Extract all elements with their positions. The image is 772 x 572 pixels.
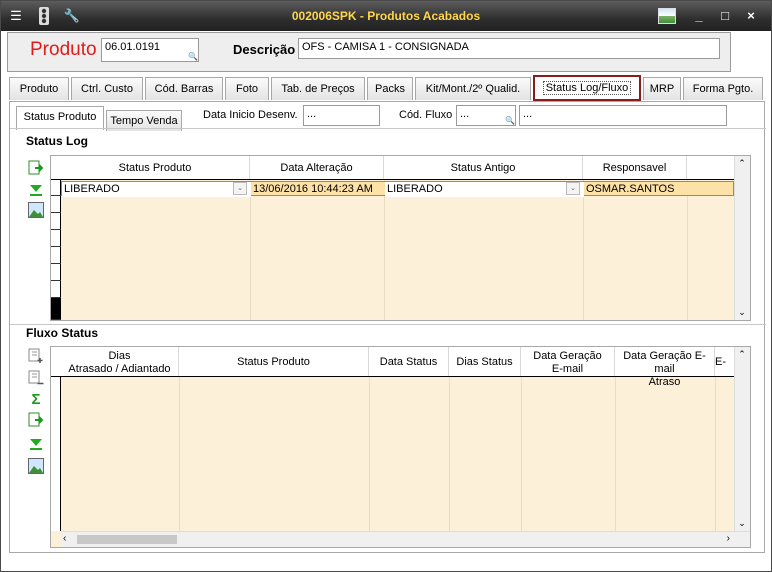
cell-status-antigo[interactable]: LIBERADO (385, 182, 584, 197)
col-status-produto[interactable]: Status Produto (61, 156, 250, 179)
col-divider (250, 180, 251, 320)
tab-ctrl-custo[interactable]: Ctrl. Custo (71, 77, 143, 100)
table-row[interactable]: LIBERADO ⌄ 13/06/2016 10:44:23 AM LIBERA… (61, 181, 734, 197)
col-data-geracao-email[interactable]: Data Geração E-mail (521, 347, 615, 376)
horizontal-scrollbar[interactable]: ‹ › (61, 531, 750, 547)
col-divider (449, 377, 450, 531)
product-header: Produto 06.01.0191 🔍 Descrição OFS - CAM… (7, 32, 731, 72)
col-data-alteracao[interactable]: Data Alteração (250, 156, 384, 179)
data-inicio-label: Data Inicio Desenv. (203, 109, 298, 121)
status-log-grid: Status Produto Data Alteração Status Ant… (50, 155, 751, 321)
data-inicio-field[interactable]: ... (303, 105, 380, 126)
add-row-icon[interactable] (28, 348, 44, 364)
divider (10, 128, 766, 129)
export-icon[interactable] (28, 412, 44, 428)
tab-foto[interactable]: Foto (225, 77, 269, 100)
cod-fluxo-desc-field[interactable]: ... (519, 105, 727, 126)
col-divider (179, 377, 180, 531)
col-divider (521, 377, 522, 531)
produto-field[interactable]: 06.01.0191 🔍 (101, 38, 199, 62)
status-log-title: Status Log (26, 134, 88, 148)
col-divider (715, 377, 716, 531)
col-divider (583, 180, 584, 320)
col-responsavel[interactable]: Responsavel (583, 156, 687, 179)
title-bar: ☰ 🔧 002006SPK - Produtos Acabados _ □ × (1, 1, 771, 31)
subtab-status-produto[interactable]: Status Produto (16, 106, 104, 130)
sum-icon[interactable]: Σ (28, 392, 44, 408)
chevron-down-icon[interactable]: ⌄ (233, 182, 247, 195)
cell-responsavel[interactable]: OSMAR.SANTOS (584, 182, 688, 197)
descricao-label: Descrição (233, 42, 296, 57)
vertical-scrollbar[interactable]: ⌃ ⌄ (734, 156, 750, 320)
status-log-header: Status Produto Data Alteração Status Ant… (51, 156, 750, 180)
row-indicator (51, 377, 61, 531)
scroll-down-icon[interactable]: ⌄ (735, 518, 749, 529)
minimize-button[interactable]: _ (689, 7, 709, 25)
tab-kit-mont[interactable]: Kit/Mont./2º Qualid. (415, 77, 531, 100)
tab-produto[interactable]: Produto (9, 77, 69, 100)
lookup-icon[interactable]: 🔍 (505, 116, 515, 125)
col-divider (369, 377, 370, 531)
scroll-up-icon[interactable]: ⌃ (735, 158, 749, 169)
row-indicator (51, 180, 61, 320)
descricao-field[interactable]: OFS - CAMISA 1 - CONSIGNADA (298, 38, 720, 59)
tab-mrp[interactable]: MRP (643, 77, 681, 100)
descricao-value: OFS - CAMISA 1 - CONSIGNADA (302, 41, 469, 53)
scroll-down-icon[interactable]: ⌄ (735, 307, 749, 318)
lookup-icon[interactable]: 🔍 (188, 52, 198, 61)
window: ☰ 🔧 002006SPK - Produtos Acabados _ □ × … (0, 0, 772, 572)
col-email[interactable]: E-ma (715, 347, 735, 376)
col-status-antigo[interactable]: Status Antigo (384, 156, 583, 179)
close-button[interactable]: × (741, 7, 761, 25)
cell-status-produto[interactable]: LIBERADO (62, 182, 251, 197)
remove-row-icon[interactable] (28, 370, 44, 386)
cell-data-alteracao[interactable]: 13/06/2016 10:44:23 AM (251, 182, 385, 197)
image-icon[interactable] (28, 458, 44, 474)
fluxo-status-title: Fluxo Status (26, 326, 99, 340)
tab-status-log-fluxo[interactable]: Status Log/Fluxo (533, 75, 641, 101)
col-dias-status[interactable]: Dias Status (449, 347, 521, 376)
col-data-status[interactable]: Data Status (369, 347, 449, 376)
col-dias-atraso[interactable]: Dias Atrasado / Adiantado (61, 347, 179, 376)
download-icon[interactable] (28, 182, 44, 198)
maximize-button[interactable]: □ (715, 7, 735, 25)
image-icon[interactable] (28, 202, 44, 218)
window-title: 002006SPK - Produtos Acabados (291, 9, 481, 23)
divider (10, 324, 766, 325)
image-icon[interactable] (658, 8, 676, 24)
tab-panel: Status Produto Tempo Venda Data Inicio D… (9, 101, 766, 553)
col-divider (384, 180, 385, 320)
col-divider (687, 180, 688, 320)
tab-forma-pgto[interactable]: Forma Pgto. (683, 77, 763, 100)
col-data-geracao-email-atraso[interactable]: Data Geração E-mail Atraso (615, 347, 715, 388)
fluxo-status-grid: Dias Atrasado / Adiantado Status Produto … (50, 346, 751, 548)
tab-cod-barras[interactable]: Cód. Barras (145, 77, 223, 100)
tab-tab-precos[interactable]: Tab. de Preços (271, 77, 365, 100)
col-divider (615, 377, 616, 531)
scroll-thumb[interactable] (77, 535, 177, 544)
chevron-down-icon[interactable]: ⌄ (566, 182, 580, 195)
cod-fluxo-field[interactable]: ... 🔍 (456, 105, 516, 126)
produto-value: 06.01.0191 (105, 41, 161, 53)
scroll-left-icon[interactable]: ‹ (63, 533, 66, 544)
tab-packs[interactable]: Packs (367, 77, 413, 100)
cod-fluxo-label: Cód. Fluxo (399, 109, 453, 121)
col-status-produto[interactable]: Status Produto (179, 347, 369, 376)
fluxo-status-header: Dias Atrasado / Adiantado Status Produto … (51, 347, 750, 388)
scroll-up-icon[interactable]: ⌃ (735, 349, 749, 360)
export-icon[interactable] (28, 160, 44, 176)
vertical-scrollbar[interactable]: ⌃ ⌄ (734, 347, 750, 531)
download-icon[interactable] (28, 436, 44, 452)
scroll-right-icon[interactable]: › (727, 533, 730, 544)
produto-label: Produto (30, 39, 97, 60)
